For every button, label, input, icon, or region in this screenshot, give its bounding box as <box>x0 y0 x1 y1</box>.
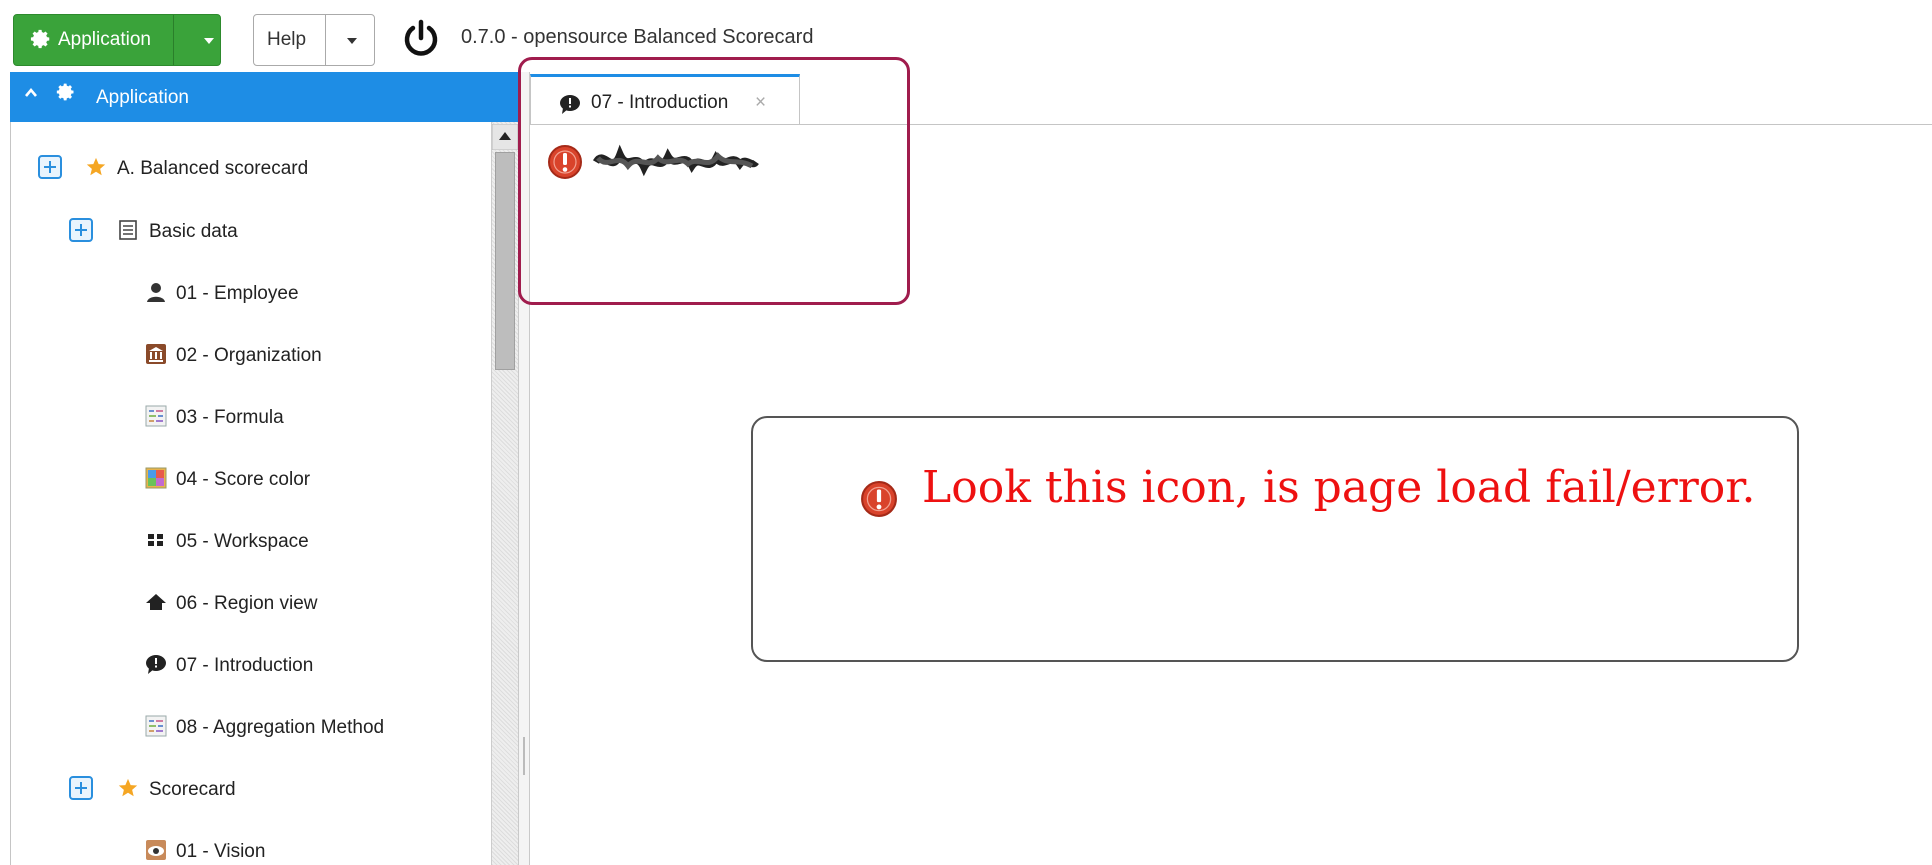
expand-icon[interactable] <box>38 155 62 179</box>
application-menu-button[interactable]: Application <box>13 14 221 66</box>
chevron-up-icon[interactable] <box>22 84 40 102</box>
star-icon <box>86 157 106 176</box>
grid-icon <box>148 534 163 546</box>
sidebar-header-label: Application <box>96 87 189 108</box>
tree-item-label: 03 - Formula <box>176 407 284 428</box>
tree-item-label: 05 - Workspace <box>176 531 309 552</box>
button-divider <box>173 15 174 65</box>
button-divider <box>325 15 326 65</box>
annotation-text: Look this icon, is page load fail/error. <box>922 462 1756 513</box>
tree-item-label: 07 - Introduction <box>176 655 314 676</box>
splitter-grip[interactable] <box>523 737 525 775</box>
tree-item-introduction[interactable]: 07 - Introduction <box>11 644 481 684</box>
palette-icon <box>145 467 167 489</box>
annotation-callout-box <box>751 416 1799 662</box>
gear-icon <box>56 83 74 101</box>
scroll-up-arrow-icon[interactable] <box>492 124 518 150</box>
tree-item-label: 02 - Organization <box>176 345 322 366</box>
tree-item-label: Scorecard <box>149 779 236 800</box>
navigation-tree: A. Balanced scorecard Basic data 01 - Em… <box>10 122 519 865</box>
gear-icon <box>30 29 50 49</box>
tree-item-basic-data[interactable]: Basic data <box>11 210 481 250</box>
tree-item-employee[interactable]: 01 - Employee <box>11 272 481 312</box>
tree-item-label: 01 - Vision <box>176 841 266 862</box>
power-icon[interactable] <box>400 18 442 60</box>
tree-item-aggregation-method[interactable]: 08 - Aggregation Method <box>11 706 481 746</box>
formula-icon <box>145 715 167 737</box>
tree-item-region-view[interactable]: 06 - Region view <box>11 582 481 622</box>
tree-item-vision[interactable]: 01 - Vision <box>11 830 481 865</box>
scrollbar-thumb[interactable] <box>495 152 515 370</box>
tree-item-formula[interactable]: 03 - Formula <box>11 396 481 436</box>
annotation-highlight-box <box>518 57 910 305</box>
expand-icon[interactable] <box>69 776 93 800</box>
tree-item-label: 06 - Region view <box>176 593 318 614</box>
tree-item-label: 08 - Aggregation Method <box>176 717 385 738</box>
star-icon <box>118 778 138 797</box>
speech-bubble-icon <box>146 655 166 674</box>
tree-item-balanced-scorecard[interactable]: A. Balanced scorecard <box>11 147 481 187</box>
formula-icon <box>145 405 167 427</box>
expand-icon[interactable] <box>69 218 93 242</box>
person-icon <box>147 283 165 302</box>
eye-icon <box>146 840 166 860</box>
tree-item-score-color[interactable]: 04 - Score color <box>11 458 481 498</box>
help-button-label: Help <box>267 29 307 50</box>
caret-down-icon[interactable] <box>204 38 214 44</box>
sidebar-header[interactable]: Application <box>10 72 518 122</box>
tree-item-label: 01 - Employee <box>176 283 299 304</box>
home-icon <box>146 594 166 610</box>
tree-item-label: A. Balanced scorecard <box>117 158 309 179</box>
top-toolbar: Application Help 0.7.0 - opensource Bala… <box>0 0 1932 71</box>
app-version-title: 0.7.0 - opensource Balanced Scorecard <box>461 26 814 48</box>
application-button-label: Application <box>58 29 151 50</box>
tree-item-organization[interactable]: 02 - Organization <box>11 334 481 374</box>
building-icon <box>146 344 166 364</box>
tree-item-workspace[interactable]: 05 - Workspace <box>11 520 481 560</box>
error-icon <box>861 481 897 517</box>
tree-item-label: Basic data <box>149 221 238 242</box>
tree-item-label: 04 - Score color <box>176 469 311 490</box>
tree-item-scorecard[interactable]: Scorecard <box>11 768 481 808</box>
document-icon <box>119 220 137 240</box>
help-menu-button[interactable]: Help <box>253 14 375 66</box>
sidebar-scrollbar[interactable] <box>491 122 518 865</box>
caret-down-icon[interactable] <box>347 38 357 44</box>
